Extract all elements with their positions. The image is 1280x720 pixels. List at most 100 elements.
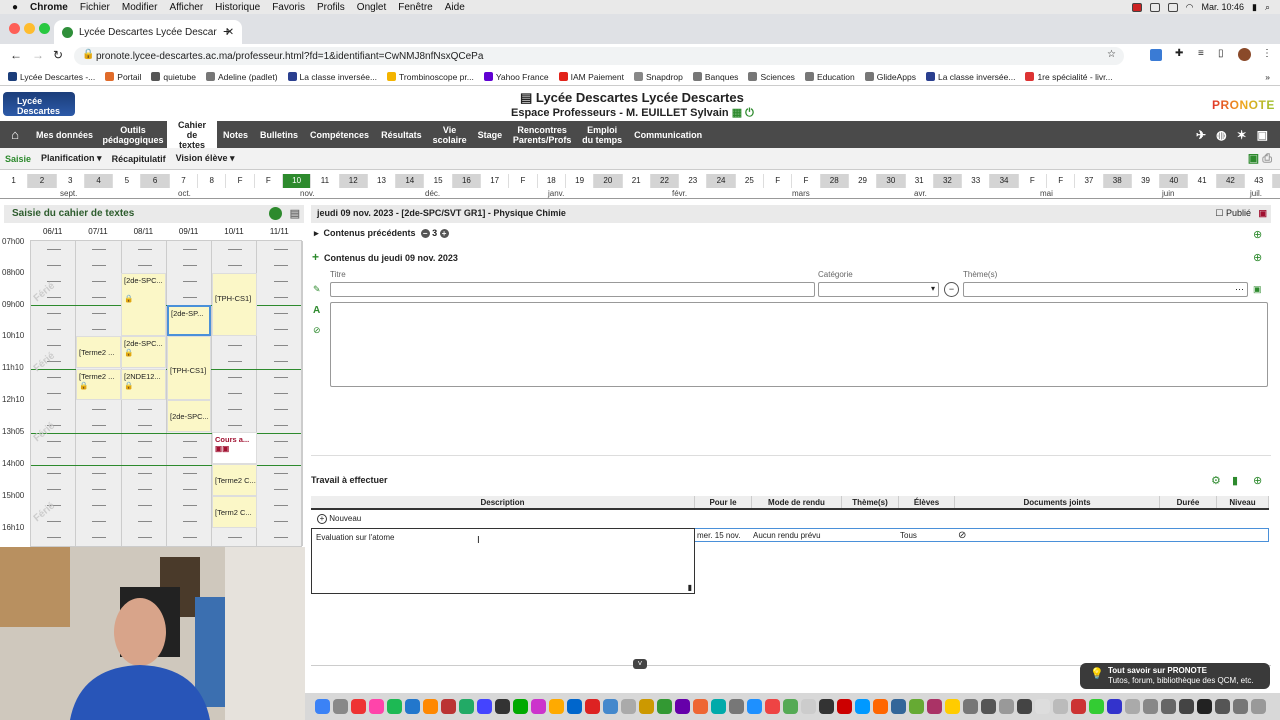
- pour-le-cell[interactable]: mer. 15 nov.: [697, 531, 740, 540]
- dock-app-icon[interactable]: [549, 699, 564, 714]
- course-event[interactable]: [TPH-CS1]: [212, 273, 257, 336]
- bookmark[interactable]: Lycée Descartes -...: [8, 72, 95, 82]
- bookmark[interactable]: La classe inversée...: [925, 72, 1015, 82]
- dock-app-icon[interactable]: [387, 699, 402, 714]
- subnav-recapitulatif[interactable]: Récapitulatif: [107, 154, 171, 164]
- course-event[interactable]: [TPH-CS1]: [167, 336, 211, 400]
- dock-app-icon[interactable]: [1125, 699, 1140, 714]
- record-icon[interactable]: [1131, 2, 1142, 12]
- week-cell[interactable]: 37: [1075, 174, 1104, 188]
- subnav-saisie[interactable]: Saisie: [0, 154, 36, 164]
- extension-icon[interactable]: [1150, 49, 1162, 61]
- bookmark[interactable]: Snapdrop: [634, 72, 683, 82]
- week-cell[interactable]: 20: [594, 174, 623, 188]
- course-event[interactable]: Cours a... ▣▣: [212, 432, 257, 464]
- week-cell[interactable]: 22: [650, 174, 680, 188]
- col-description[interactable]: Description: [311, 496, 695, 508]
- back-icon[interactable]: ←: [10, 48, 22, 62]
- week-cell[interactable]: 15: [424, 174, 453, 188]
- dock-app-icon[interactable]: [1161, 699, 1176, 714]
- power-icon[interactable]: ⏻: [745, 107, 754, 119]
- dock-app-icon[interactable]: [873, 699, 888, 714]
- course-event[interactable]: [Term2 C...: [212, 496, 257, 528]
- dock-app-icon[interactable]: [729, 699, 744, 714]
- kebab-menu-icon[interactable]: ⋮: [1262, 48, 1272, 59]
- dock-app-icon[interactable]: [675, 699, 690, 714]
- course-event[interactable]: [Terme2 ... 🔒: [76, 369, 121, 400]
- week-cell[interactable]: 1: [0, 174, 29, 188]
- bookmark[interactable]: Portail: [105, 72, 141, 82]
- title-input[interactable]: [330, 282, 815, 297]
- reload-icon[interactable]: ↻: [53, 48, 63, 62]
- col-mode-rendu[interactable]: Mode de rendu: [752, 496, 842, 508]
- week-cell[interactable]: 3: [57, 174, 85, 188]
- address-bar[interactable]: 🔒 pronote.lycee-descartes.ac.ma/professe…: [74, 47, 1124, 65]
- pencil-icon[interactable]: ✎: [313, 284, 321, 295]
- menu-favoris[interactable]: Favoris: [272, 2, 305, 13]
- close-window-icon[interactable]: [9, 23, 20, 34]
- week-cell[interactable]: 18: [538, 174, 566, 188]
- apple-icon[interactable]: ●: [12, 2, 18, 13]
- collapse-icon[interactable]: ˅: [633, 659, 647, 669]
- nav-bulletins[interactable]: Bulletins: [254, 121, 304, 148]
- dock-app-icon[interactable]: [891, 699, 906, 714]
- maximize-window-icon[interactable]: [39, 23, 50, 34]
- week-cell[interactable]: 16: [452, 174, 482, 188]
- nav-mes-donnees[interactable]: Mes données: [30, 121, 99, 148]
- butterfly-icon[interactable]: ✶: [1237, 128, 1247, 142]
- bookmark[interactable]: La classe inversée...: [287, 72, 377, 82]
- forward-icon[interactable]: →: [32, 48, 44, 62]
- week-cell[interactable]: 44: [1273, 174, 1280, 188]
- school-logo[interactable]: Lycée Descartes: [3, 92, 75, 116]
- week-cell[interactable]: 43: [1245, 174, 1274, 188]
- nav-communication[interactable]: Communication: [628, 121, 708, 148]
- week-cell[interactable]: 2: [28, 174, 57, 188]
- reading-list-icon[interactable]: ≡: [1198, 48, 1204, 59]
- menu-fichier[interactable]: Fichier: [80, 2, 110, 13]
- week-cell[interactable]: F: [764, 174, 793, 188]
- clock[interactable]: Mar. 10:46: [1201, 2, 1244, 12]
- pronote-help-tip[interactable]: 💡 Tout savoir sur PRONOTE Tutos, forum, …: [1080, 663, 1270, 689]
- dock-app-icon[interactable]: [423, 699, 438, 714]
- dock-app-icon[interactable]: [315, 699, 330, 714]
- new-travail-button[interactable]: + Nouveau: [317, 514, 361, 524]
- text-format-icon[interactable]: A: [313, 305, 320, 316]
- week-cell[interactable]: 14: [396, 174, 425, 188]
- week-cell[interactable]: 23: [679, 174, 708, 188]
- dock-app-icon[interactable]: [1143, 699, 1158, 714]
- menu-modifier[interactable]: Modifier: [122, 2, 158, 13]
- week-cell[interactable]: F: [1047, 174, 1076, 188]
- course-event[interactable]: [Terme2 C...: [212, 464, 257, 496]
- dock-app-icon[interactable]: [801, 699, 816, 714]
- week-cell[interactable]: 30: [877, 174, 906, 188]
- plus-icon[interactable]: +: [439, 229, 449, 238]
- bookmark[interactable]: 1re spécialité - livr...: [1025, 72, 1113, 82]
- bookmark[interactable]: quietube: [151, 72, 196, 82]
- eleves-cell[interactable]: Tous: [900, 531, 917, 540]
- week-cell[interactable]: 33: [962, 174, 991, 188]
- dock-app-icon[interactable]: [1179, 699, 1194, 714]
- dock-app-icon[interactable]: [981, 699, 996, 714]
- more-bookmarks-icon[interactable]: »: [1265, 72, 1280, 82]
- resize-handle-icon[interactable]: ▮: [688, 583, 692, 592]
- subnav-planification[interactable]: Planification ▾: [36, 153, 107, 164]
- menu-onglet[interactable]: Onglet: [357, 2, 386, 13]
- week-cell[interactable]: 10: [282, 174, 312, 188]
- dock-app-icon[interactable]: [837, 699, 852, 714]
- dock-app-icon[interactable]: [621, 699, 636, 714]
- nav-stage[interactable]: Stage: [472, 121, 509, 148]
- bookmark[interactable]: GlideApps: [864, 72, 916, 82]
- browser-tab[interactable]: Lycée Descartes Lycée Descar ✕: [54, 20, 242, 44]
- week-cell[interactable]: 31: [906, 174, 934, 188]
- dock-app-icon[interactable]: [909, 699, 924, 714]
- menu-chrome[interactable]: Chrome: [30, 2, 68, 13]
- dock-app-icon[interactable]: [1197, 699, 1212, 714]
- dock-app-icon[interactable]: [441, 699, 456, 714]
- themes-input[interactable]: ⋯: [963, 282, 1248, 297]
- flag-icon[interactable]: ▮: [1252, 2, 1257, 13]
- minus-icon[interactable]: −: [420, 229, 430, 238]
- search-icon[interactable]: ⌕: [1265, 2, 1270, 13]
- dock-app-icon[interactable]: [351, 699, 366, 714]
- dock-app-icon[interactable]: [1215, 699, 1230, 714]
- dock-app-icon[interactable]: [1071, 699, 1086, 714]
